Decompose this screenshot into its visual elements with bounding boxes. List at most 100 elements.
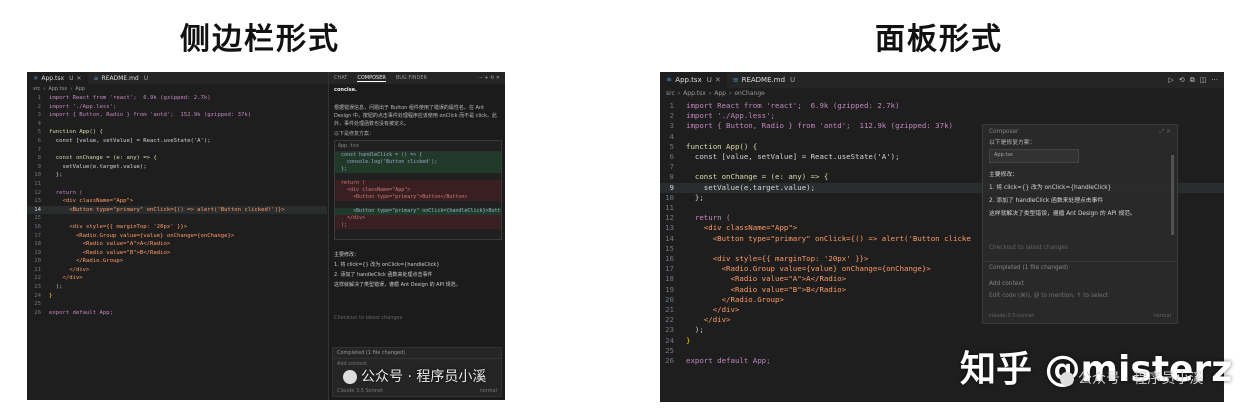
breadcrumb-item[interactable]: src — [666, 90, 675, 97]
line-number: 22 — [665, 315, 674, 325]
code-line[interactable]: 17 <Radio.Group value={value} onChange={… — [27, 232, 327, 241]
code-text: const onChange = (e: any) => { — [49, 155, 157, 162]
code-line[interactable]: 11 — [27, 180, 327, 189]
code-line[interactable]: 5 function App() { — [27, 128, 327, 137]
completed-status[interactable]: Completed (1 file changed) — [983, 261, 1177, 274]
checkpoint-link[interactable]: Checkout to latest changes — [334, 315, 402, 321]
tab-app-tsx[interactable]: ⚛ App.tsx U ✕ — [27, 72, 88, 84]
composer-input[interactable]: Edit code (⌘I), @ to mention, ↑ to selec… — [989, 293, 1108, 299]
code-text: export default App; — [49, 309, 113, 316]
breadcrumb-item[interactable]: App — [714, 90, 726, 97]
line-number: 3 — [37, 112, 41, 119]
breadcrumb: src › App.tsx › App — [27, 84, 327, 93]
tab-bug-finder[interactable]: BUG FINDER — [396, 75, 427, 81]
chevron-right-icon: › — [43, 85, 46, 92]
tab-label: README.md — [741, 76, 786, 84]
close-icon[interactable]: ✕ — [715, 76, 721, 84]
breadcrumb-item[interactable]: App — [75, 86, 85, 92]
run-icon[interactable]: ▷ — [1168, 76, 1173, 85]
line-number: 20 — [665, 294, 674, 304]
close-icon[interactable]: ✕ — [76, 75, 81, 82]
code-line[interactable]: 6 const [value, setValue] = React.useSta… — [27, 137, 327, 146]
code-text: <Radio value="A">A</Radio> — [686, 274, 847, 284]
summary-item: 2. 添加了 handleClick 函数来处理点击事件 — [989, 198, 1104, 204]
panel-file-chip[interactable]: App.tsx — [989, 149, 1079, 163]
code-line[interactable]: 4 — [27, 120, 327, 129]
code-line[interactable]: 9 setValue(e.target.value); — [27, 163, 327, 172]
line-number: 4 — [37, 120, 41, 127]
code-line[interactable]: 22 </div> — [27, 274, 327, 283]
split-icon[interactable]: ⧉ — [1190, 76, 1195, 85]
diff-filename: App.tsx — [335, 141, 501, 152]
code-line[interactable]: 1 import React from 'react'; 6.9k (gzippe… — [27, 94, 327, 103]
code-line[interactable]: 2 import './App.less'; — [27, 103, 327, 112]
code-line[interactable]: 16 <div style={{ marginTop: '20px' }}> — [27, 223, 327, 232]
model-selector[interactable]: claude-3.5-sonnet — [989, 313, 1034, 319]
code-line[interactable]: 15 — [27, 214, 327, 223]
code-diff-block: App.tsx const handleClick = () => { cons… — [334, 140, 502, 240]
panel-scrollbar[interactable] — [1171, 155, 1174, 235]
code-line[interactable]: 20 </Radio.Group> — [27, 257, 327, 266]
code-line[interactable]: 23 ); — [27, 283, 327, 292]
completed-status[interactable]: Completed (1 file changed) — [333, 348, 501, 359]
code-text: <div className="App"> — [49, 198, 134, 205]
panel-window-icons[interactable]: ⤢ ✕ — [1160, 129, 1171, 136]
breadcrumb-item[interactable]: App.tsx — [683, 90, 706, 97]
code-text: setValue(e.target.value); — [49, 163, 147, 170]
add-context-button[interactable]: Add context — [989, 281, 1024, 287]
breadcrumb-item[interactable]: onChange — [734, 90, 764, 97]
breadcrumb-item[interactable]: App.tsx — [48, 86, 67, 92]
wechat-watermark-right: 公众号 · 程序员小溪 — [1060, 368, 1203, 388]
code-line[interactable]: 13 <div className="App"> — [27, 197, 327, 206]
layout-icon[interactable]: ◫ — [1200, 76, 1207, 85]
tab-readme[interactable]: ≡ README.md U — [88, 72, 155, 84]
line-number: 7 — [37, 146, 41, 153]
code-line[interactable]: 19 <Radio value="B">B</Radio> — [27, 249, 327, 258]
history-icon[interactable]: ⟲ — [1179, 76, 1185, 85]
panel-title: Composer — [989, 129, 1019, 135]
diff-line: console.log('Button clicked'); — [335, 159, 501, 166]
code-text: import React from 'react'; 6.9k (gzipped… — [686, 101, 900, 110]
code-line[interactable]: 2 import './App.less'; — [660, 111, 1224, 121]
code-line[interactable]: 26 export default App; — [27, 309, 327, 318]
code-line[interactable]: 3 import { Button, Radio } from 'antd'; 1… — [27, 111, 327, 120]
checkpoint-link[interactable]: Checkout to latest changes — [989, 245, 1068, 251]
line-number: 13 — [34, 198, 41, 205]
tab-readme[interactable]: ≡ README.md U — [727, 72, 801, 88]
code-line[interactable]: 8 const onChange = (e: any) => { — [27, 154, 327, 163]
code-text: </div> — [686, 315, 731, 325]
breadcrumb-item[interactable]: src — [33, 86, 40, 92]
code-line[interactable]: 18 <Radio value="A">A</Radio> — [27, 240, 327, 249]
mode-selector[interactable]: normal — [1153, 313, 1171, 319]
tab-chat[interactable]: CHAT — [334, 75, 347, 81]
more-icon[interactable]: ··· + ⟲ ✕ — [478, 75, 505, 81]
code-line[interactable]: 24} — [27, 292, 327, 301]
mode-selector[interactable]: normal — [479, 388, 497, 394]
editor-tabbar: ⚛ App.tsx U ✕ ≡ README.md U ▷ ⟲ ⧉ ◫ ··· — [660, 72, 1224, 88]
code-line[interactable]: 1 import React from 'react'; 6.9k (gzippe… — [660, 101, 1224, 111]
panel-heading: 面板形式 — [875, 22, 1003, 57]
code-line[interactable]: 23 ); — [660, 325, 1224, 335]
code-text: import { Button, Radio } from 'antd'; 15… — [49, 112, 252, 119]
line-number: 8 — [669, 172, 674, 182]
code-line[interactable]: 25 — [27, 300, 327, 309]
tab-composer[interactable]: COMPOSER — [357, 75, 386, 82]
chevron-right-icon: › — [677, 90, 681, 97]
summary-title: 主要修改： — [334, 252, 360, 258]
code-line[interactable]: 10 }; — [27, 171, 327, 180]
tab-app-tsx[interactable]: ⚛ App.tsx U ✕ — [660, 72, 727, 88]
chat-subtitle: 以下是修复方案： — [334, 131, 375, 137]
code-line[interactable]: 12 return ( — [27, 189, 327, 198]
chevron-right-icon: › — [728, 90, 732, 97]
code-line[interactable]: 14 <Button type="primary" onClick={() =>… — [27, 205, 327, 215]
markdown-icon: ≡ — [93, 74, 99, 82]
model-selector[interactable]: Claude 3.5 Sonnet — [337, 388, 383, 394]
line-number: 13 — [665, 223, 674, 233]
code-line[interactable]: 7 — [27, 146, 327, 155]
code-line[interactable]: 21 </div> — [27, 266, 327, 275]
code-text: const onChange = (e: any) => { — [686, 172, 829, 182]
code-editor[interactable]: 1 import React from 'react'; 6.9k (gzippe… — [27, 94, 327, 317]
more-icon[interactable]: ··· — [1211, 76, 1218, 85]
line-number: 26 — [665, 356, 674, 366]
wechat-watermark-left: 公众号 · 程序员小溪 — [343, 366, 486, 386]
